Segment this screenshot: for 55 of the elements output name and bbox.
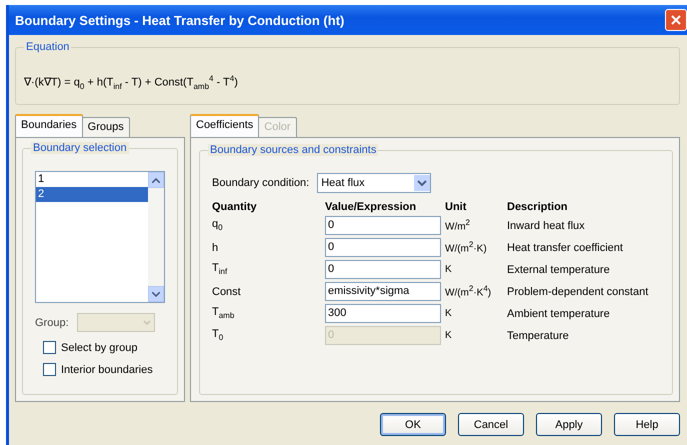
dialog-button[interactable]: Help — [614, 413, 680, 436]
close-button[interactable] — [665, 9, 687, 31]
field-label: Boundary condition: — [212, 177, 310, 189]
checkbox-label: Select by group — [61, 342, 138, 354]
checkbox[interactable] — [43, 341, 56, 354]
equation-text: ∇·(k∇T) = q$_{0}$ + h(T$_{inf}$ - T) + Const(T$_{amb}$$^{4}$ - T$^{4}$) — [24, 73, 238, 91]
description-label: Inward heat flux — [507, 220, 586, 232]
dialog-button[interactable]: OK — [380, 413, 446, 436]
list-item[interactable]: 1 — [36, 172, 148, 187]
value-field[interactable]: 0 — [325, 216, 441, 235]
value-field[interactable]: 0 — [325, 238, 441, 257]
column-header: Description — [507, 201, 569, 213]
dialog-button[interactable]: Cancel — [458, 413, 524, 436]
unit-label: K — [445, 308, 453, 319]
tab[interactable]: Groups — [82, 117, 130, 137]
unit-label: W/(m$^{2}$·K$^{4}$) — [445, 284, 492, 299]
list-item[interactable]: 2 — [36, 187, 148, 202]
column-header: Quantity — [212, 201, 258, 213]
value-field[interactable]: 0 — [325, 260, 441, 279]
tab[interactable]: Coefficients — [190, 114, 260, 137]
description-label: External temperature — [507, 264, 611, 276]
group-label: Group: — [35, 316, 69, 328]
unit-label: K — [445, 330, 453, 341]
quantity-label: T$_{inf}$ — [212, 262, 228, 277]
unit-label: W/m$^{2}$ — [445, 218, 471, 233]
checkbox[interactable] — [43, 363, 56, 376]
quantity-label: q$_{0}$ — [212, 218, 224, 233]
group-label: Equation — [26, 41, 70, 53]
quantity-label: h — [212, 242, 220, 254]
value-field[interactable]: emissivity*sigma — [325, 282, 441, 301]
tab[interactable]: Boundaries — [15, 114, 83, 137]
scroll-down-button[interactable] — [148, 286, 164, 302]
scroll-up-button[interactable] — [148, 172, 164, 188]
group-label: Boundary selection — [33, 142, 127, 154]
unit-label: K — [445, 264, 453, 275]
window-title: Boundary Settings - Heat Transfer by Conduction (ht) — [15, 12, 344, 28]
condition-dropdown[interactable]: Heat flux — [317, 173, 432, 193]
caret-down-icon — [152, 292, 160, 296]
value-field[interactable]: 300 — [325, 304, 441, 323]
dialog-button[interactable]: Apply — [536, 413, 602, 436]
description-label: Heat transfer coefficient — [507, 242, 624, 254]
boundary-list[interactable]: 1 2 — [35, 171, 165, 303]
description-label: Temperature — [507, 330, 570, 342]
quantity-label: Const — [212, 286, 242, 298]
quantity-label: T$_{amb}$ — [212, 306, 236, 321]
checkbox-label: Interior boundaries — [61, 364, 153, 376]
caret-up-icon — [152, 178, 160, 182]
unit-label: W/(m$^{2}$·K) — [445, 240, 488, 255]
description-label: Problem-dependent constant — [507, 286, 650, 298]
group-label: Boundary sources and constraints — [210, 144, 376, 156]
description-label: Ambient temperature — [507, 308, 611, 320]
column-header: Unit — [445, 201, 468, 213]
close-icon — [670, 14, 682, 26]
quantity-label: T$_{0}$ — [212, 328, 224, 343]
column-header: Value/Expression — [325, 201, 418, 213]
